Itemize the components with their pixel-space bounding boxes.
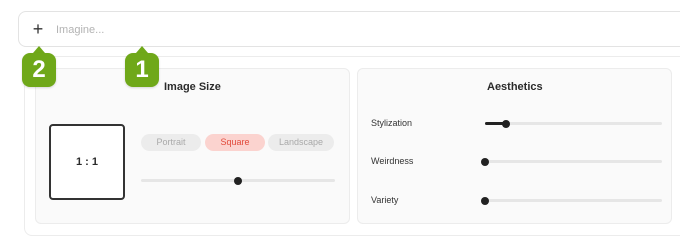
orientation-landscape-button[interactable]: Landscape — [268, 134, 334, 151]
annotation-badge-2: 2 — [22, 53, 56, 87]
prompt-input[interactable] — [54, 18, 658, 42]
badge-2-pointer — [33, 46, 45, 53]
orientation-square-button[interactable]: Square — [205, 134, 265, 151]
annotation-badge-1: 1 — [125, 53, 159, 87]
size-slider-handle[interactable] — [234, 177, 242, 185]
aspect-ratio-preview: 1 : 1 — [49, 124, 125, 200]
variety-slider-track[interactable] — [485, 199, 662, 202]
weirdness-label: Weirdness — [371, 156, 414, 166]
prompt-bar: + — [18, 11, 680, 47]
image-size-title: Image Size — [164, 81, 221, 93]
weirdness-slider-handle[interactable] — [481, 158, 489, 166]
orientation-portrait-button[interactable]: Portrait — [141, 134, 201, 151]
stylization-slider-track[interactable] — [485, 122, 662, 125]
variety-label: Variety — [371, 195, 399, 205]
aspect-ratio-label: 1 : 1 — [75, 156, 98, 168]
aesthetics-title: Aesthetics — [487, 81, 543, 93]
variety-slider-handle[interactable] — [481, 197, 489, 205]
stylization-label: Stylization — [371, 118, 413, 128]
weirdness-slider-track[interactable] — [485, 160, 662, 163]
badge-1-pointer — [136, 46, 148, 53]
plus-icon[interactable]: + — [30, 20, 46, 38]
